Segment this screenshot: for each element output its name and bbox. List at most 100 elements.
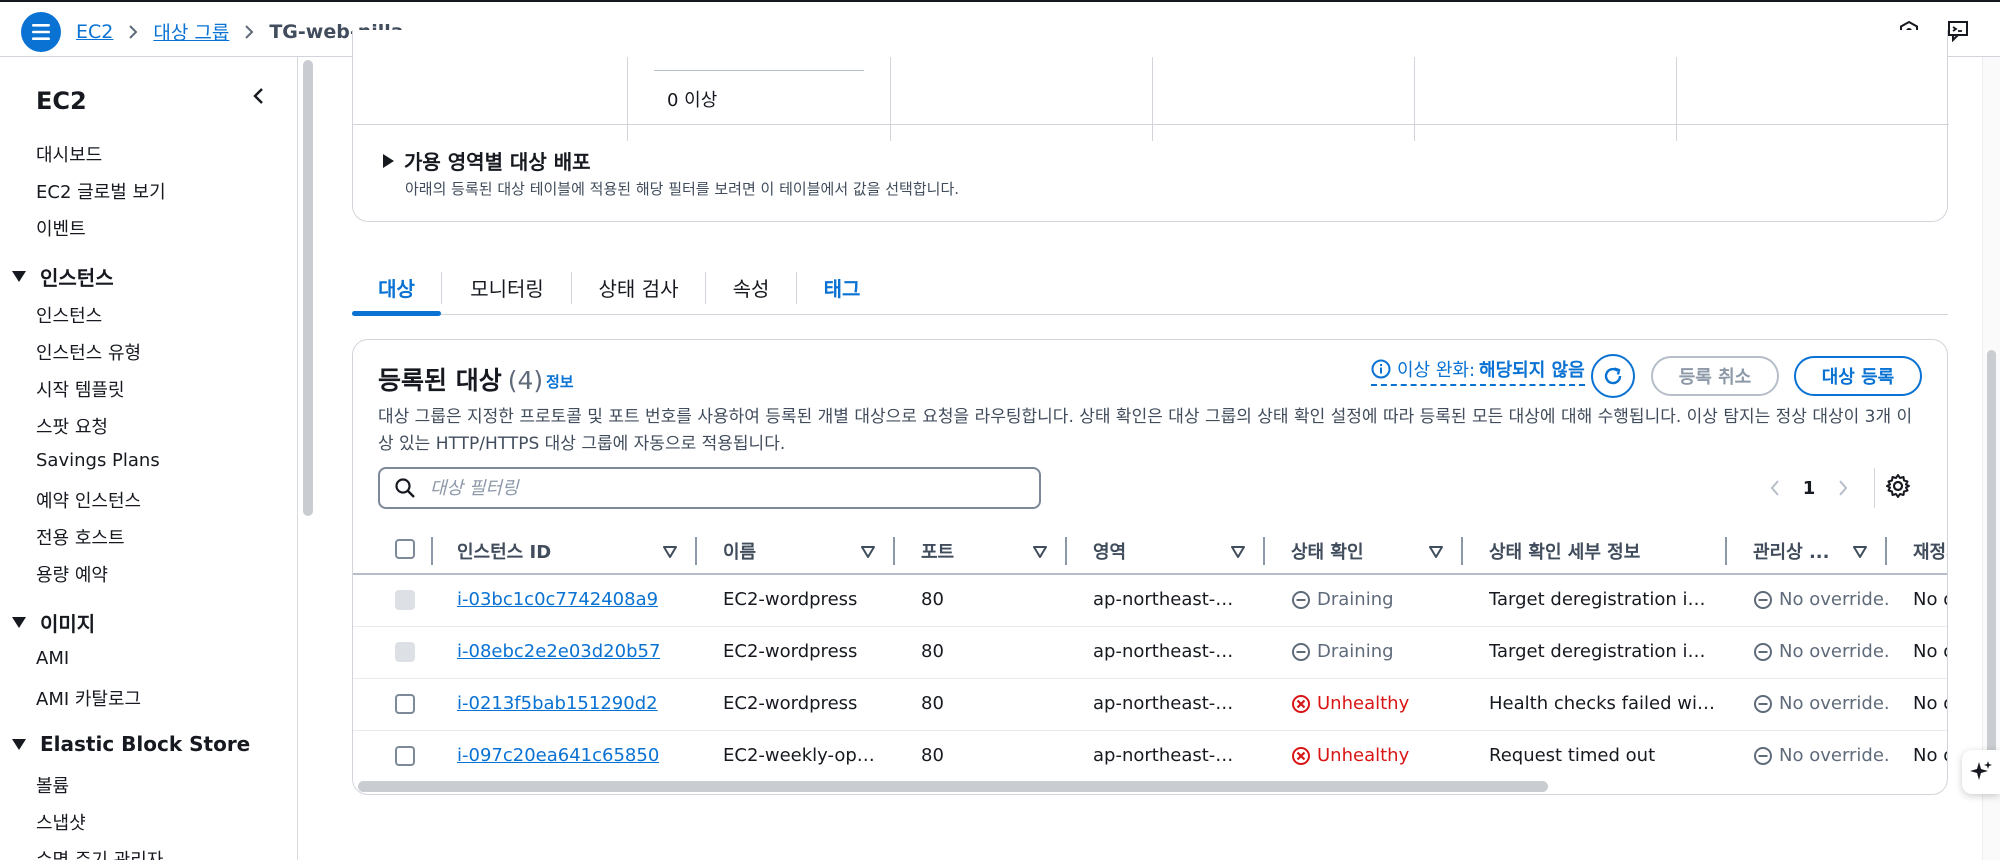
sidebar-item-lifecycle-manager[interactable]: 수명 주기 관리자: [36, 846, 163, 860]
sidebar-item-capacity-reservations[interactable]: 용량 예약: [36, 561, 108, 587]
admin-override-text: No override.: [1779, 745, 1890, 766]
port: 80: [921, 589, 944, 610]
row-checkbox[interactable]: [395, 694, 415, 714]
sidebar-section-ebs[interactable]: Elastic Block Store: [12, 732, 250, 756]
column-header-instance-id[interactable]: 인스턴스 ID: [457, 538, 551, 564]
sidebar-item-ami[interactable]: AMI: [36, 648, 69, 669]
target-group-details-panel: 0 이상 가용 영역별 대상 배포 아래의 등록된 대상 테이블에 적용된 해당…: [352, 30, 1949, 222]
az-distribution-description: 아래의 등록된 대상 테이블에 적용된 해당 필터를 보려면 이 테이블에서 값…: [405, 180, 960, 198]
column-header-health-details[interactable]: 상태 확인 세부 정보: [1489, 538, 1640, 564]
sparkle-icon[interactable]: [1962, 750, 2000, 794]
sort-icon[interactable]: [1853, 543, 1867, 562]
refresh-button[interactable]: [1591, 354, 1635, 398]
sidebar-item-snapshots[interactable]: 스냅샷: [36, 809, 86, 835]
column-header-port[interactable]: 포트: [921, 538, 954, 564]
horizontal-scrollbar[interactable]: [358, 781, 1548, 792]
instance-id-link[interactable]: i-03bc1c0c7742408a9: [457, 589, 658, 610]
health-details: Target deregistration i…: [1489, 589, 1706, 610]
unhealthy-icon: [1291, 694, 1311, 714]
register-targets-button[interactable]: 대상 등록: [1794, 356, 1922, 396]
tab-monitoring[interactable]: 모니터링: [442, 260, 572, 315]
menu-icon[interactable]: [21, 12, 61, 52]
sort-icon[interactable]: [861, 543, 875, 562]
sidebar-item-ami-catalog[interactable]: AMI 카탈로그: [36, 685, 141, 711]
sidebar-item-dedicated-hosts[interactable]: 전용 호스트: [36, 524, 125, 550]
next-page-icon[interactable]: [1826, 471, 1860, 505]
sidebar-item-instance-types[interactable]: 인스턴스 유형: [36, 339, 141, 365]
sidebar-item-volumes[interactable]: 볼륨: [36, 772, 69, 798]
sidebar-title: EC2: [36, 87, 87, 115]
info-link[interactable]: 정보: [546, 371, 574, 392]
instance-id-link[interactable]: i-0213f5bab151290d2: [457, 693, 658, 714]
tab-targets[interactable]: 대상: [352, 260, 441, 316]
sidebar-section-instances[interactable]: 인스턴스: [12, 262, 114, 291]
sidebar-item-global-view[interactable]: EC2 글로벌 보기: [36, 178, 166, 204]
sidebar-section-label: 인스턴스: [40, 266, 114, 290]
column-header-health-status[interactable]: 상태 확인: [1291, 538, 1364, 564]
draining-icon: [1291, 590, 1311, 610]
search-input[interactable]: [428, 476, 1008, 500]
sort-icon[interactable]: [663, 543, 677, 562]
sidebar-item-launch-templates[interactable]: 시작 템플릿: [36, 376, 125, 402]
column-divider: [1263, 537, 1265, 565]
column-divider: [1065, 537, 1067, 565]
override-value: No o: [1913, 589, 1947, 610]
anomaly-label: 이상 완화:: [1397, 360, 1476, 381]
instance-name: EC2-wordpress: [723, 589, 858, 610]
page-number[interactable]: 1: [1792, 471, 1826, 505]
chevron-left-icon[interactable]: [248, 85, 270, 111]
table-row[interactable]: i-03bc1c0c7742408a9 EC2-wordpress 80 ap-…: [353, 575, 1947, 627]
tab-bar: 대상 모니터링 상태 검사 속성 태그: [352, 260, 1948, 316]
sidebar-item-dashboard[interactable]: 대시보드: [36, 141, 102, 167]
zone: ap-northeast-…: [1093, 693, 1234, 714]
column-header-override[interactable]: 재정의: [1913, 538, 1947, 564]
caret-right-icon: [383, 153, 394, 168]
unhealthy-icon: [1291, 746, 1311, 766]
health-status-text: Unhealthy: [1317, 745, 1410, 766]
admin-override: No override.: [1753, 641, 1890, 662]
feedback-icon[interactable]: [1946, 18, 1972, 44]
column-header-zone[interactable]: 영역: [1093, 538, 1126, 564]
table-row[interactable]: i-0213f5bab151290d2 EC2-wordpress 80 ap-…: [353, 679, 1947, 731]
search-box[interactable]: [378, 467, 1041, 509]
row-checkbox[interactable]: [395, 746, 415, 766]
sidebar-item-savings-plans[interactable]: Savings Plans: [36, 450, 160, 471]
no-override-icon: [1753, 694, 1773, 714]
port: 80: [921, 745, 944, 766]
sort-icon[interactable]: [1231, 543, 1245, 562]
prev-page-icon[interactable]: [1758, 471, 1792, 505]
tab-health-checks[interactable]: 상태 검사: [572, 260, 705, 315]
deregister-button[interactable]: 등록 취소: [1651, 356, 1779, 396]
health-status-text: Draining: [1317, 641, 1394, 662]
sidebar-section-images[interactable]: 이미지: [12, 608, 95, 637]
panel-description: 대상 그룹은 지정한 프로토콜 및 포트 번호를 사용하여 등록된 개별 대상으…: [378, 407, 1913, 454]
breadcrumb-target-groups[interactable]: 대상 그룹: [153, 18, 229, 45]
main-scrollbar[interactable]: [1987, 350, 1996, 770]
table-row[interactable]: i-08ebc2e2e03d20b57 EC2-wordpress 80 ap-…: [353, 627, 1947, 679]
breadcrumb-ec2[interactable]: EC2: [76, 21, 113, 43]
instance-id-link[interactable]: i-08ebc2e2e03d20b57: [457, 641, 660, 662]
admin-override: No override.: [1753, 589, 1890, 610]
instance-id-link[interactable]: i-097c20ea641c65850: [457, 745, 659, 766]
tab-tags[interactable]: 태그: [797, 260, 887, 315]
az-distribution-expander[interactable]: 가용 영역별 대상 배포: [383, 146, 591, 175]
sidebar-item-spot-requests[interactable]: 스팟 요청: [36, 413, 108, 439]
instance-name: EC2-wordpress: [723, 641, 858, 662]
tab-attributes[interactable]: 속성: [706, 260, 796, 315]
sidebar-item-instances[interactable]: 인스턴스: [36, 302, 102, 328]
health-status: Unhealthy: [1291, 745, 1409, 766]
sidebar-item-reserved-instances[interactable]: 예약 인스턴스: [36, 487, 141, 513]
table-row[interactable]: i-097c20ea641c65850 EC2-weekly-op… 80 ap…: [353, 731, 1947, 783]
column-header-admin-override[interactable]: 관리상 ...: [1753, 538, 1829, 564]
override-value: No o: [1913, 641, 1947, 662]
sidebar-scrollbar[interactable]: [303, 60, 313, 516]
sort-icon[interactable]: [1429, 543, 1443, 562]
select-all-checkbox[interactable]: [395, 539, 415, 559]
sidebar-item-events[interactable]: 이벤트: [36, 215, 86, 241]
column-header-name[interactable]: 이름: [723, 538, 756, 564]
settings-icon[interactable]: [1885, 473, 1911, 503]
sort-icon[interactable]: [1033, 543, 1047, 562]
divider: [627, 57, 628, 141]
anomaly-mitigation-popover[interactable]: 이상 완화: 해당되지 않음: [1371, 356, 1585, 386]
row-checkbox: [395, 590, 415, 610]
